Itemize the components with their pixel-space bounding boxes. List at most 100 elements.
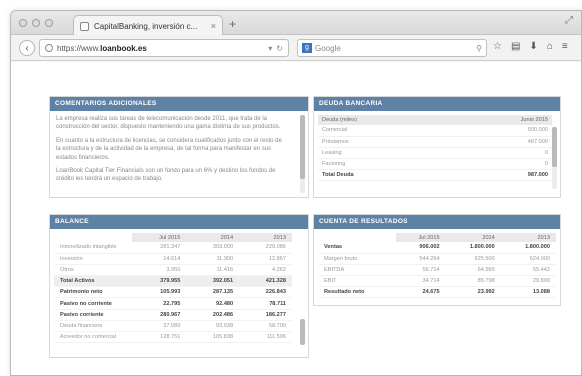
row-label: Margen bruto — [318, 253, 396, 265]
panel-title: BALANCE — [50, 215, 308, 229]
scrollbar[interactable] — [300, 319, 305, 345]
row-value: 0 — [446, 147, 552, 159]
new-tab-button[interactable]: + — [229, 17, 236, 31]
row-value: 111.506 — [239, 331, 292, 344]
row-label: Leasing — [318, 147, 447, 159]
column-header: 2013 — [500, 233, 556, 242]
row-label: EBIT — [318, 275, 396, 288]
address-bar[interactable]: https://www.loanbook.es ▾ ↻ — [39, 39, 289, 57]
table-row: Factoring 0 — [318, 158, 552, 170]
row-value: 379.955 — [132, 275, 187, 288]
row-value: 128.751 — [132, 331, 187, 344]
table-row: Inversión 14.614 11.900 12.867 — [54, 253, 292, 265]
reading-list-icon[interactable]: ▤ — [511, 41, 520, 52]
comment-paragraph: En cuanto a la estructura de licencias, … — [56, 137, 282, 161]
close-window-button[interactable] — [19, 19, 27, 27]
fullscreen-icon[interactable]: ⤢ — [565, 15, 573, 26]
table-row: Ventas 906.002 1.800.000 1.800.000 — [318, 242, 556, 254]
google-icon[interactable]: g — [302, 43, 312, 53]
browser-window: CapitalBanking, inversión c... × + ⤢ ‹ h… — [10, 10, 582, 376]
row-value: 12.867 — [239, 253, 292, 265]
row-label: Total Deuda — [318, 169, 447, 181]
row-value: 202.486 — [186, 309, 240, 321]
income-statement-table: Jul 2015 2014 2013 Ventas 906.002 1.800.00… — [318, 233, 556, 299]
table-row: Total Deuda 987.000 — [318, 169, 552, 181]
comment-paragraph: La empresa realiza sus tareas de telecom… — [56, 116, 281, 131]
table-header-row: Jul 2015 2014 2013 — [54, 233, 292, 242]
row-label: EBITDA — [318, 264, 396, 277]
row-value: 421.328 — [239, 275, 292, 288]
table-header-row: Jul 2015 2014 2013 — [318, 233, 556, 242]
back-arrow-icon[interactable]: ‹ — [19, 40, 35, 56]
row-value: 56.714 — [396, 264, 446, 277]
bank-debt-table: Deuda (miles) Junio 2015 Comercial 500.00… — [318, 115, 552, 181]
table-row: Préstamos 487.000 — [318, 136, 552, 148]
row-label: Otros — [54, 264, 132, 277]
panel-title: CUENTA DE RESULTADOS — [314, 215, 560, 229]
row-value: 544.264 — [396, 253, 446, 265]
row-value: 11.900 — [186, 253, 240, 265]
row-value: 37.089 — [132, 320, 187, 333]
row-value: 93.038 — [186, 320, 240, 333]
menu-icon[interactable]: ≡ — [562, 41, 568, 52]
scrollbar-thumb[interactable] — [300, 319, 305, 345]
home-icon[interactable]: ⌂ — [547, 41, 553, 52]
table-row: Patrimonio neto 105.993 287.135 226.843 — [54, 286, 292, 299]
row-value: 487.000 — [446, 136, 552, 148]
row-value: 186.277 — [239, 309, 292, 321]
balance-table: Jul 2015 2014 2013 Inmovilizado intangib… — [54, 233, 292, 344]
table-row: Comercial 500.000 — [318, 125, 552, 137]
row-value: 624.000 — [500, 253, 556, 265]
minimize-window-button[interactable] — [32, 19, 40, 27]
row-value: 280.967 — [132, 309, 187, 321]
globe-icon — [45, 44, 53, 52]
row-label: Total Activos — [54, 275, 132, 288]
scrollbar-thumb[interactable] — [552, 127, 557, 167]
column-header: Junio 2015 — [446, 115, 552, 125]
column-header-empty — [54, 233, 132, 242]
row-value: 625.500 — [445, 253, 501, 265]
row-value: 58.700 — [239, 320, 292, 333]
search-bar[interactable]: g Google ⚲ — [297, 39, 487, 57]
column-header: 2014 — [186, 233, 240, 242]
scrollbar[interactable] — [300, 115, 305, 193]
row-value: 85.798 — [445, 275, 501, 288]
row-value: 34.714 — [396, 275, 446, 288]
row-value: 105.838 — [186, 331, 240, 344]
browser-tab[interactable]: CapitalBanking, inversión c... × — [73, 15, 223, 36]
table-header-row: Deuda (miles) Junio 2015 — [318, 115, 552, 125]
row-value: 906.002 — [396, 242, 446, 254]
reload-icon[interactable]: ↻ — [276, 44, 283, 53]
balance-panel: BALANCE Jul 2015 2014 2013 Inmovilizado … — [49, 214, 309, 358]
row-label: Préstamos — [318, 136, 447, 148]
url-text[interactable]: https://www.loanbook.es — [57, 44, 264, 53]
row-label: Ventas — [318, 242, 396, 254]
column-header: 2013 — [239, 233, 292, 242]
search-icon[interactable]: ⚲ — [476, 44, 482, 53]
scrollbar-thumb[interactable] — [300, 115, 305, 179]
row-value: 3.950 — [132, 264, 187, 277]
title-bar: CapitalBanking, inversión c... × + ⤢ — [11, 11, 581, 36]
row-value: 0 — [446, 158, 552, 170]
table-row: Total Activos 379.955 392.051 421.328 — [54, 275, 292, 288]
row-value: 229.086 — [239, 242, 292, 254]
zoom-window-button[interactable] — [45, 19, 53, 27]
tab-close-button[interactable]: × — [211, 21, 216, 31]
table-row: Pasivo no corriente 22.795 92.480 78.711 — [54, 297, 292, 310]
scrollbar[interactable] — [552, 127, 557, 189]
table-row: Acreedor no comercial 128.751 105.838 111.5… — [54, 331, 292, 344]
window-controls — [19, 19, 53, 27]
column-header: Jul 2015 — [396, 233, 446, 242]
row-value: 14.614 — [132, 253, 187, 265]
row-label: Patrimonio neto — [54, 286, 132, 299]
row-value: 92.480 — [186, 297, 240, 310]
row-value: 23.992 — [445, 286, 501, 299]
download-icon[interactable]: ⬇ — [529, 41, 537, 52]
bank-debt-panel: DEUDA BANCARIA Deuda (miles) Junio 2015 … — [313, 96, 561, 198]
comments-text: La empresa realiza sus tareas de telecom… — [56, 115, 288, 189]
star-icon[interactable]: ☆ — [493, 41, 502, 52]
search-placeholder[interactable]: Google — [315, 44, 476, 53]
dropdown-icon[interactable]: ▾ — [268, 44, 272, 53]
table-row: Pasivo corriente 280.967 202.486 186.277 — [54, 309, 292, 321]
row-value: 1.800.000 — [445, 242, 501, 254]
